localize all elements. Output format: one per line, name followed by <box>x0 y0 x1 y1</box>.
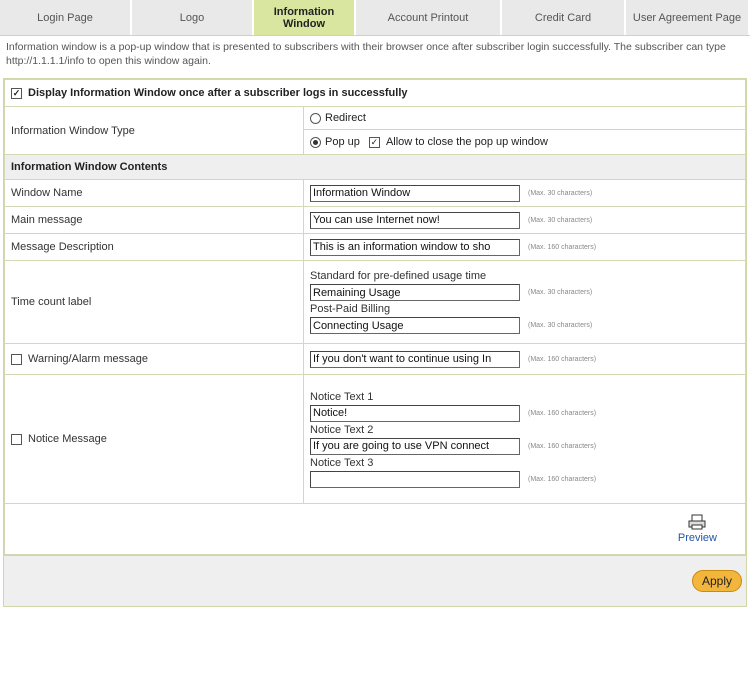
notice-text-1-max: (Max. 160 characters) <box>528 409 597 417</box>
connecting-usage-max: (Max. 30 characters) <box>528 322 593 329</box>
notice-text-2-max: (Max. 160 characters) <box>528 442 597 450</box>
tab-login-page[interactable]: Login Page <box>0 0 132 35</box>
notice-text-3-input[interactable] <box>310 470 520 488</box>
notice-text-3-max: (Max. 160 characters) <box>528 475 597 483</box>
tab-credit-card[interactable]: Credit Card <box>502 0 626 35</box>
intro-text: Information window is a pop-up window th… <box>6 41 726 67</box>
window-name-input[interactable] <box>310 184 520 202</box>
settings-panel: ✓ Display Information Window once after a… <box>3 78 747 556</box>
remaining-usage-max: (Max. 30 characters) <box>528 289 593 296</box>
tab-information-window[interactable]: Information Window <box>254 0 356 35</box>
tab-user-agreement-page[interactable]: User Agreement Page <box>626 0 750 35</box>
time-count-label: Time count label <box>4 260 304 344</box>
notice-text-2-label: Notice Text 2 <box>310 423 374 436</box>
tab-bar: Login Page Logo Information Window Accou… <box>0 0 750 36</box>
connecting-usage-input[interactable] <box>310 317 520 334</box>
apply-button[interactable]: Apply <box>691 570 742 592</box>
main-message-input[interactable] <box>310 211 520 229</box>
window-type-label: Information Window Type <box>4 106 304 155</box>
redirect-radio[interactable] <box>310 112 321 124</box>
allow-close-label: Allow to close the pop up window <box>385 136 548 148</box>
notice-text-2-input[interactable] <box>310 437 520 455</box>
main-message-max: (Max. 30 characters) <box>528 216 593 224</box>
notice-label: Notice Message <box>28 433 107 445</box>
tab-account-printout[interactable]: Account Printout <box>356 0 502 35</box>
remaining-usage-input[interactable] <box>310 284 520 301</box>
warning-checkbox[interactable] <box>11 353 22 365</box>
preview-label: Preview <box>677 532 717 544</box>
action-bar: Apply <box>3 556 747 607</box>
message-description-label: Message Description <box>4 233 304 261</box>
message-description-max: (Max. 160 characters) <box>528 243 597 251</box>
notice-text-1-label: Notice Text 1 <box>310 390 374 403</box>
allow-close-checkbox[interactable]: ✓ <box>368 136 380 148</box>
tab-logo[interactable]: Logo <box>132 0 254 35</box>
warning-max: (Max. 160 characters) <box>528 355 597 363</box>
main-message-label: Main message <box>4 206 304 234</box>
display-window-label: Display Information Window once after a … <box>28 87 408 99</box>
warning-input[interactable] <box>310 350 520 368</box>
notice-text-1-input[interactable] <box>310 404 520 422</box>
display-window-checkbox[interactable]: ✓ <box>11 87 22 99</box>
warning-label: Warning/Alarm message <box>28 353 149 365</box>
contents-heading: Information Window Contents <box>4 154 746 180</box>
redirect-label: Redirect <box>325 112 366 124</box>
post-paid-label: Post-Paid Billing <box>310 303 391 315</box>
message-description-input[interactable] <box>310 238 520 256</box>
popup-radio[interactable] <box>310 136 321 148</box>
standard-usage-label: Standard for pre-defined usage time <box>310 270 487 282</box>
notice-checkbox[interactable] <box>11 433 22 445</box>
printer-icon <box>688 514 706 530</box>
window-name-label: Window Name <box>4 179 304 207</box>
window-name-max: (Max. 30 characters) <box>528 189 593 197</box>
preview-button[interactable]: Preview <box>678 514 717 544</box>
popup-label: Pop up <box>325 136 360 148</box>
notice-text-3-label: Notice Text 3 <box>310 456 374 469</box>
